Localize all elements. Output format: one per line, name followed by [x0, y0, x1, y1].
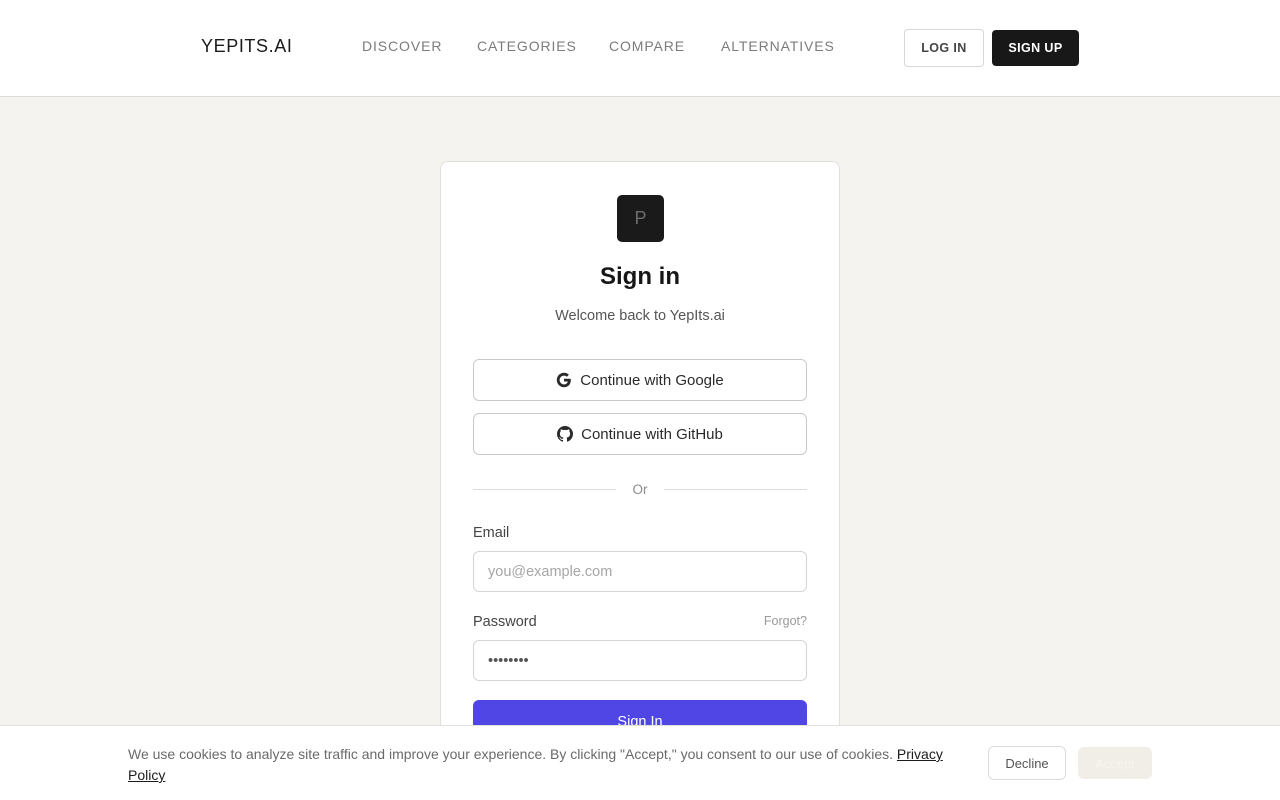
google-signin-button[interactable]: Continue with Google [473, 359, 807, 401]
login-button[interactable]: LOG IN [904, 29, 984, 67]
site-header: YEPITS.AI DISCOVER CATEGORIES COMPARE AL… [0, 0, 1280, 97]
signin-card: P Sign in Welcome back to YepIts.ai Cont… [440, 161, 840, 781]
nav-categories[interactable]: CATEGORIES [477, 38, 577, 54]
cookie-banner: We use cookies to analyze site traffic a… [0, 725, 1280, 800]
signin-subtitle: Welcome back to YepIts.ai [555, 308, 725, 324]
app-icon: P [617, 195, 664, 242]
email-field[interactable] [473, 551, 807, 592]
password-field[interactable] [473, 640, 807, 681]
cookie-message: We use cookies to analyze site traffic a… [128, 746, 894, 762]
nav-discover[interactable]: DISCOVER [362, 38, 442, 54]
github-icon [557, 426, 574, 442]
divider-right [664, 489, 807, 490]
cookie-accept-button[interactable]: Accept [1078, 747, 1152, 779]
nav-compare[interactable]: COMPARE [609, 38, 685, 54]
forgot-password-link[interactable]: Forgot? [764, 614, 807, 628]
github-signin-label: Continue with GitHub [581, 425, 723, 443]
nav-alternatives[interactable]: ALTERNATIVES [721, 38, 835, 54]
github-signin-button[interactable]: Continue with GitHub [473, 413, 807, 455]
email-label: Email [473, 525, 510, 541]
cookie-decline-button[interactable]: Decline [988, 746, 1066, 780]
google-icon [557, 372, 572, 388]
signup-button[interactable]: SIGN UP [992, 30, 1079, 66]
google-signin-label: Continue with Google [580, 371, 724, 389]
password-label: Password [473, 614, 537, 630]
site-logo[interactable]: YEPITS.AI [201, 36, 292, 57]
cookie-text-block: We use cookies to analyze site traffic a… [128, 744, 948, 786]
signin-title: Sign in [600, 263, 680, 290]
